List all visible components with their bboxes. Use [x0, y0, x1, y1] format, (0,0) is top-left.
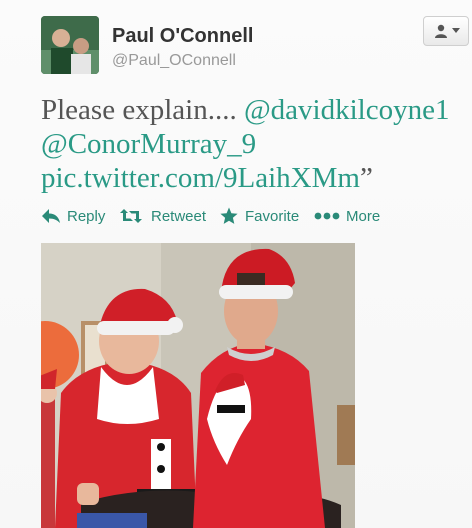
tweet-card: Paul O'Connell @Paul_OConnell Please exp…: [0, 0, 472, 528]
retweet-label: Retweet: [151, 208, 207, 225]
reply-label: Reply: [67, 208, 106, 225]
author-name[interactable]: Paul O'Connell: [112, 25, 253, 48]
more-dots-icon: [314, 212, 340, 220]
mention-link[interactable]: @ConorMurray_9: [41, 128, 256, 160]
retweet-button[interactable]: Retweet: [120, 206, 215, 228]
pic-link[interactable]: pic.twitter.com/9LaihXMm: [41, 162, 360, 194]
avatar[interactable]: [41, 16, 99, 74]
tweet-photo[interactable]: [41, 243, 355, 528]
more-label: More: [346, 208, 381, 225]
caret-down-icon: [452, 28, 460, 33]
reply-icon: [42, 209, 60, 223]
star-icon: [220, 207, 238, 224]
author-handle[interactable]: @Paul_OConnell: [112, 52, 236, 70]
retweet-icon: [120, 209, 142, 223]
favorite-label: Favorite: [245, 208, 300, 225]
user-icon: [435, 24, 447, 38]
favorite-button[interactable]: Favorite: [220, 206, 310, 228]
more-button[interactable]: More: [314, 206, 384, 228]
user-actions-button[interactable]: [423, 16, 469, 46]
tweet-text-suffix: ”: [359, 162, 373, 194]
tweet-text-prefix: Please explain....: [41, 94, 244, 126]
tweet-text: Please explain.... @davidkilcoyne1 @Conor…: [41, 93, 469, 195]
mention-link[interactable]: @davidkilcoyne1: [244, 94, 450, 126]
reply-button[interactable]: Reply: [41, 206, 111, 228]
